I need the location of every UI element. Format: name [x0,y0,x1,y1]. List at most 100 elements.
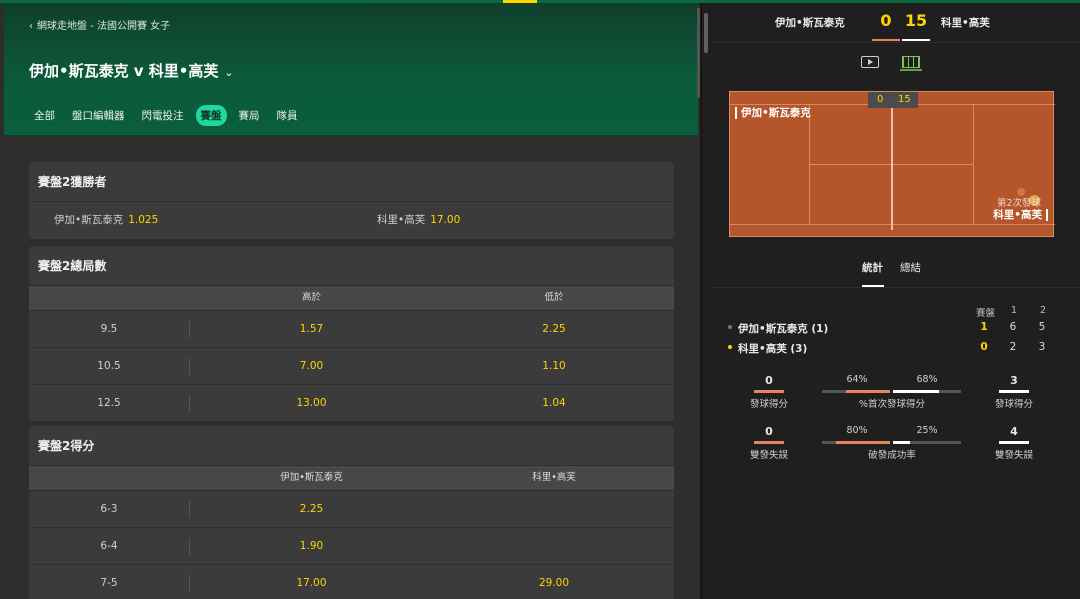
serve-dot-icon [728,345,732,349]
stat-value: 3 [1010,374,1018,387]
tab-flash-bet[interactable]: 閃電投注 [137,105,189,126]
player-score-row: 伊加•斯瓦泰克 (1) 1 6 5 [728,321,1068,335]
column-header: 伊加•斯瓦泰克 科里•高芙 [29,466,674,490]
odds-over[interactable]: 1.57 [189,311,434,347]
column-header: 高於 低於 [29,286,674,310]
set-header-current: 賽盤 [976,308,996,319]
stat-label: 發球得分 [749,399,788,410]
odds-p1[interactable]: 17.00 [189,565,434,599]
line-label: 10.5 [97,360,121,372]
active-tab-indicator [862,285,884,287]
winner-option-p1[interactable]: 伊加•斯瓦泰克 1.025 [54,202,158,239]
column-under: 低於 [544,292,564,303]
stat-value-right: 68% [916,374,938,385]
court-player1: 伊加•斯瓦泰克 [735,107,811,119]
column-over: 高於 [301,292,321,303]
market-card-set-score: 賽盤2得分 伊加•斯瓦泰克 科里•高芙 6-3 2.25 6-4 1.90 7-… [29,426,674,599]
tab-players[interactable]: 隊員 [272,105,303,126]
table-row: 12.5 13.00 1.04 [29,384,674,421]
scoreboard-points-p2: 15 [902,11,930,41]
scoreboard: 伊加•斯瓦泰克 0 15 科里•高芙 [712,3,1080,43]
stat-value-left: 80% [846,425,868,436]
set-header-2: 2 [1040,305,1047,316]
court-score-p2: 15 [898,94,911,105]
line-label: 9.5 [100,323,118,335]
market-tabs: 全部 盤口編輯器 閃電投注 賽盤 賽局 隊員 [29,105,310,126]
tab-games[interactable]: 賽局 [234,105,265,126]
live-panel: 伊加•斯瓦泰克 0 15 科里•高芙 0 15 伊加•斯瓦泰克 第2次發球 科里… [701,3,1080,599]
market-title[interactable]: 賽盤2獲勝者 [29,162,674,202]
stat-value-left: 64% [846,374,868,385]
column-p2: 科里•高芙 [532,472,576,483]
stat-label: 發球得分 [994,399,1033,410]
stat-value: 0 [765,374,773,387]
market-title[interactable]: 賽盤2得分 [29,426,674,466]
match-header: ‹ 網球走地盤 - 法國公開賽 女子 伊加•斯瓦泰克 v 科里•高芙 ⌄ 全部 盤口… [4,3,698,136]
player-name: 伊加•斯瓦泰克 (1) [738,323,829,335]
odds-over[interactable]: 13.00 [189,385,434,421]
stat-bar-left [846,390,890,393]
court-score-box: 0 15 [868,92,918,108]
scoreboard-points-p1: 0 [872,11,900,41]
scrollbar[interactable] [704,13,708,53]
breadcrumb[interactable]: ‹ 網球走地盤 - 法國公開賽 女子 [29,17,170,32]
line-label: 12.5 [97,397,121,409]
court-score-p1: 0 [877,94,884,105]
table-row: 6-3 2.25 [29,490,674,527]
table-row: 7-5 17.00 29.00 [29,564,674,599]
stat-aces-p2: 3 [994,374,1034,387]
odds-under[interactable]: 2.25 [434,311,674,347]
stat-label: 破發成功率 [868,450,916,461]
score-label: 6-3 [100,503,118,515]
winner-row: 伊加•斯瓦泰克 1.025 科里•高芙 17.00 [29,202,674,239]
stat-aces-p1: 0 [749,374,789,387]
set-header-1: 1 [1011,305,1018,316]
scrollbar[interactable] [697,8,700,98]
tab-bet-builder[interactable]: 盤口編輯器 [67,105,130,126]
stat-value: 0 [765,425,773,438]
option-name: 伊加•斯瓦泰克 [54,214,124,226]
match-title-text: 伊加•斯瓦泰克 v 科里•高芙 [29,62,219,80]
tennis-court-visual: 0 15 伊加•斯瓦泰克 第2次發球 科里•高芙 [729,91,1055,237]
set2-score: 3 [1038,341,1046,353]
table-row: 9.5 1.57 2.25 [29,310,674,347]
player-name: 科里•高芙 (3) [738,343,808,355]
option-name: 科里•高芙 [377,214,426,226]
odds-p1[interactable]: 2.25 [189,491,434,527]
stat-bar-p2 [999,390,1029,393]
odds-under[interactable]: 1.04 [434,385,674,421]
odds: 17.00 [430,214,461,226]
chevron-down-icon: ⌄ [224,66,234,79]
tab-summary[interactable]: 總結 [900,260,921,275]
score-label: 7-5 [100,577,118,589]
player-score-row: 科里•高芙 (3) 0 2 3 [728,341,1068,355]
odds-over[interactable]: 7.00 [189,348,434,384]
stat-bar-p1 [754,441,784,444]
stat-bar-p2 [999,441,1029,444]
market-card-set-winner: 賽盤2獲勝者 伊加•斯瓦泰克 1.025 科里•高芙 17.00 [29,162,674,239]
scoreboard-player1: 伊加•斯瓦泰克 [775,17,845,29]
breadcrumb-text: 網球走地盤 - 法國公開賽 女子 [37,21,171,32]
stat-bar-right [893,390,939,393]
odds-p2[interactable]: 29.00 [434,565,674,599]
court-view-icon[interactable] [902,56,920,68]
set1-score: 2 [1009,341,1017,353]
winner-option-p2[interactable]: 科里•高芙 17.00 [377,202,460,239]
serve-dot-icon [728,325,732,329]
match-title[interactable]: 伊加•斯瓦泰克 v 科里•高芙 ⌄ [29,60,234,81]
active-view-indicator [900,69,922,71]
tab-stats[interactable]: 統計 [862,260,883,275]
stat-bar-p1 [754,390,784,393]
odds-p1[interactable]: 1.90 [189,528,434,564]
serve-note: 第2次發球 [996,198,1041,209]
market-card-total-games: 賽盤2總局數 高於 低於 9.5 1.57 2.25 10.5 7.00 1.1… [29,246,674,421]
market-panel: ‹ 網球走地盤 - 法國公開賽 女子 伊加•斯瓦泰克 v 科里•高芙 ⌄ 全部 盤口… [0,3,700,599]
market-title[interactable]: 賽盤2總局數 [29,246,674,286]
odds-under[interactable]: 1.10 [434,348,674,384]
table-row: 6-4 1.90 [29,527,674,564]
court-net [891,104,893,230]
tab-all[interactable]: 全部 [29,105,60,126]
tab-sets[interactable]: 賽盤 [195,105,227,126]
video-icon[interactable] [861,56,879,68]
column-p1: 伊加•斯瓦泰克 [280,472,343,483]
